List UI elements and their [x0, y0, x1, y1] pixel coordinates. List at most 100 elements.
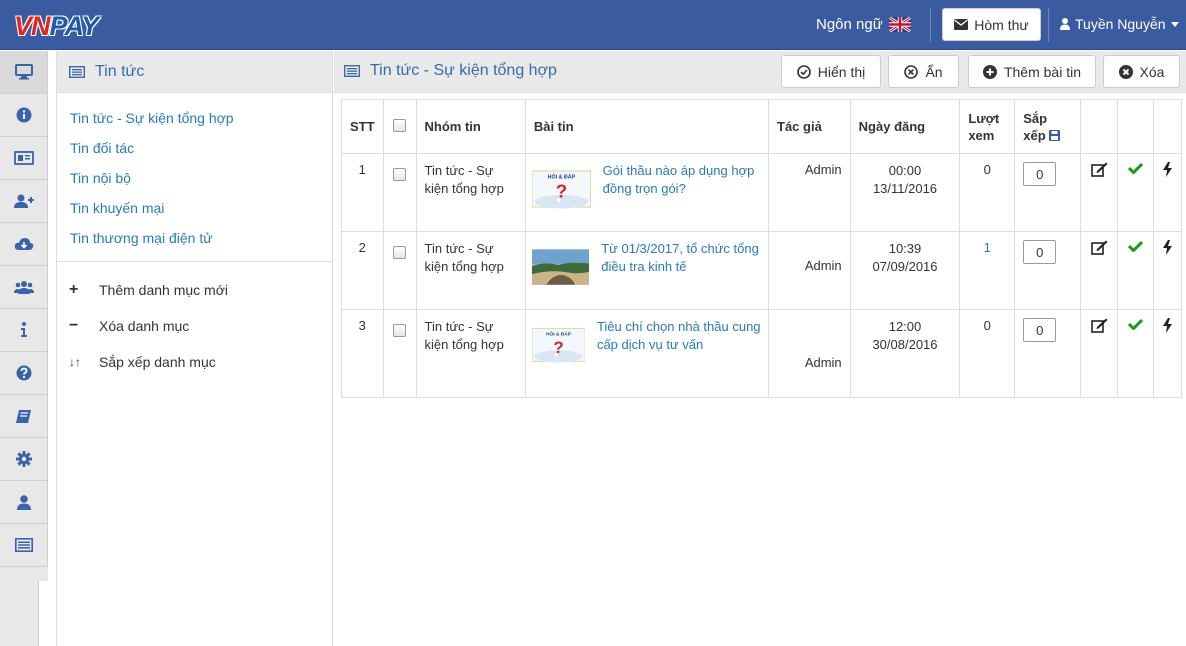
order-input[interactable]: 0	[1023, 318, 1057, 342]
sidebar-item-settings[interactable]	[0, 438, 48, 481]
table-row: 1 Tin tức - Sự kiện tổng hợp HỎI & ĐÁP? …	[341, 153, 1183, 232]
article-title-link[interactable]: Từ 01/3/2017, tổ chức tổng điều tra kinh…	[601, 240, 762, 294]
order-input[interactable]: 0	[1023, 162, 1057, 186]
bolt-icon[interactable]	[1162, 318, 1172, 333]
hide-button[interactable]: Ẩn	[888, 55, 959, 88]
sidebar-item-users[interactable]	[0, 266, 48, 309]
user-icon	[16, 494, 31, 510]
check-icon[interactable]	[1127, 240, 1143, 252]
add-category-action[interactable]: + Thêm danh mục mới	[69, 272, 332, 308]
order-input[interactable]: 0	[1023, 240, 1057, 264]
cell-select	[382, 309, 417, 398]
main-title-text: Tin tức - Sự kiện tổng hợp	[370, 62, 557, 79]
table-row: 2 Tin tức - Sự kiện tổng hợp Từ 01/3/201…	[341, 231, 1183, 310]
row-checkbox[interactable]	[393, 246, 407, 259]
cell-edit	[1080, 309, 1118, 398]
cell-edit	[1080, 231, 1118, 310]
gear-icon	[15, 451, 32, 467]
header-select-all	[382, 99, 417, 154]
cell-stt: 1	[341, 153, 384, 232]
category-panel: Tin tức Tin tức - Sự kiện tổng hợp Tin đ…	[56, 51, 333, 646]
sidebar-item-info[interactable]	[0, 94, 48, 137]
check-icon[interactable]	[1127, 318, 1143, 330]
newspaper-icon	[13, 151, 34, 165]
author-name: Admin	[804, 162, 842, 177]
bolt-icon[interactable]	[1162, 162, 1172, 177]
list-icon	[14, 538, 33, 552]
vnpay-logo[interactable]: VNPAY	[14, 11, 100, 41]
header-group: Nhóm tin	[415, 99, 526, 154]
logo-pay-text: PAY	[49, 11, 100, 41]
header-views-label: Lượt xem	[968, 110, 1000, 143]
article-title-link[interactable]: Gói thầu nào áp dụng hợp đồng trọn gói?	[603, 162, 762, 216]
sidebar-item-list[interactable]	[0, 524, 48, 567]
sidebar-item-add-user[interactable]	[0, 180, 48, 223]
user-menu[interactable]: Tuyền Nguyễn	[1060, 16, 1179, 32]
uk-flag-icon	[888, 17, 911, 32]
row-checkbox[interactable]	[393, 324, 407, 337]
check-circle-icon	[796, 64, 811, 79]
check-icon[interactable]	[1127, 162, 1143, 174]
cell-order: 0	[1014, 153, 1082, 232]
add-article-button[interactable]: Thêm bài tin	[968, 55, 1096, 88]
cell-article: Từ 01/3/2017, tổ chức tổng điều tra kinh…	[524, 231, 770, 310]
header-edit	[1080, 99, 1118, 154]
sort-icon: ↓↑	[69, 355, 81, 369]
cell-views: 1	[959, 231, 1016, 310]
sidebar-item-help[interactable]	[0, 352, 48, 395]
post-date: 13/11/2016	[872, 181, 938, 196]
category-link[interactable]: Tin thương mại điện tử	[70, 223, 332, 253]
category-link[interactable]: Tin đối tác	[70, 133, 332, 163]
times-circle-icon	[1118, 64, 1133, 79]
sidebar-item-news[interactable]	[0, 137, 48, 180]
cell-article: HỎI & ĐÁP? Gói thầu nào áp dụng hợp đồng…	[524, 153, 770, 232]
add-article-label: Thêm bài tin	[1003, 63, 1082, 80]
article-thumbnail[interactable]: HỎI & ĐÁP?	[531, 318, 585, 372]
cell-edit	[1080, 153, 1118, 232]
category-link[interactable]: Tin nội bộ	[70, 163, 332, 193]
minus-icon: −	[69, 317, 79, 334]
post-time: 12:00	[888, 319, 922, 334]
cell-author: Admin	[768, 309, 851, 398]
select-all-checkbox[interactable]	[393, 118, 407, 132]
sidebar-item-profile[interactable]	[0, 481, 48, 524]
category-link[interactable]: Tin khuyến mại	[70, 193, 332, 223]
sort-category-action[interactable]: ↓↑ Sắp xếp danh mục	[69, 344, 332, 380]
inbox-button[interactable]: Hòm thư	[942, 8, 1041, 41]
envelope-icon	[954, 19, 969, 30]
category-link[interactable]: Tin tức - Sự kiện tổng hợp	[70, 103, 332, 133]
cell-author: Admin	[768, 153, 851, 232]
cell-action	[1152, 153, 1183, 232]
row-checkbox[interactable]	[393, 168, 407, 181]
inbox-label: Hòm thư	[974, 16, 1029, 33]
article-thumbnail[interactable]: HỎI & ĐÁP?	[531, 162, 591, 216]
category-panel-header: Tin tức	[57, 51, 332, 93]
delete-button[interactable]: Xóa	[1103, 55, 1180, 88]
cell-article: HỎI & ĐÁP? Tiêu chí chọn nhà thầu cung c…	[524, 309, 770, 398]
header-divider	[930, 8, 931, 42]
sidebar-item-book[interactable]	[0, 395, 48, 438]
edit-icon[interactable]	[1090, 240, 1108, 255]
user-name: Tuyền Nguyễn	[1075, 16, 1166, 32]
article-thumbnail[interactable]	[531, 240, 590, 294]
show-button-label: Hiển thị	[817, 63, 866, 80]
bolt-icon[interactable]	[1162, 240, 1172, 255]
cell-stt: 3	[341, 309, 384, 398]
post-time: 00:00	[888, 163, 922, 178]
cell-views: 0	[959, 309, 1016, 398]
delete-category-action[interactable]: − Xóa danh mục	[69, 308, 332, 344]
show-button[interactable]: Hiển thị	[781, 55, 881, 88]
edit-icon[interactable]	[1090, 162, 1108, 177]
sidebar-item-download[interactable]	[0, 223, 48, 266]
header-author: Tác giả	[768, 99, 851, 154]
article-title-link[interactable]: Tiêu chí chọn nhà thầu cung cấp dịch vụ …	[597, 318, 762, 372]
cell-order: 0	[1014, 309, 1082, 398]
sidebar-item-information[interactable]	[0, 309, 48, 352]
sidebar-item-desktop[interactable]	[0, 51, 48, 94]
icon-sidebar	[0, 51, 48, 581]
edit-icon[interactable]	[1090, 318, 1108, 333]
category-actions: + Thêm danh mục mới − Xóa danh mục ↓↑ Sắp x…	[57, 262, 332, 380]
header-stt: STT	[341, 99, 384, 154]
language-selector[interactable]: Ngôn ngữ	[816, 16, 911, 33]
save-icon[interactable]	[1049, 129, 1061, 141]
